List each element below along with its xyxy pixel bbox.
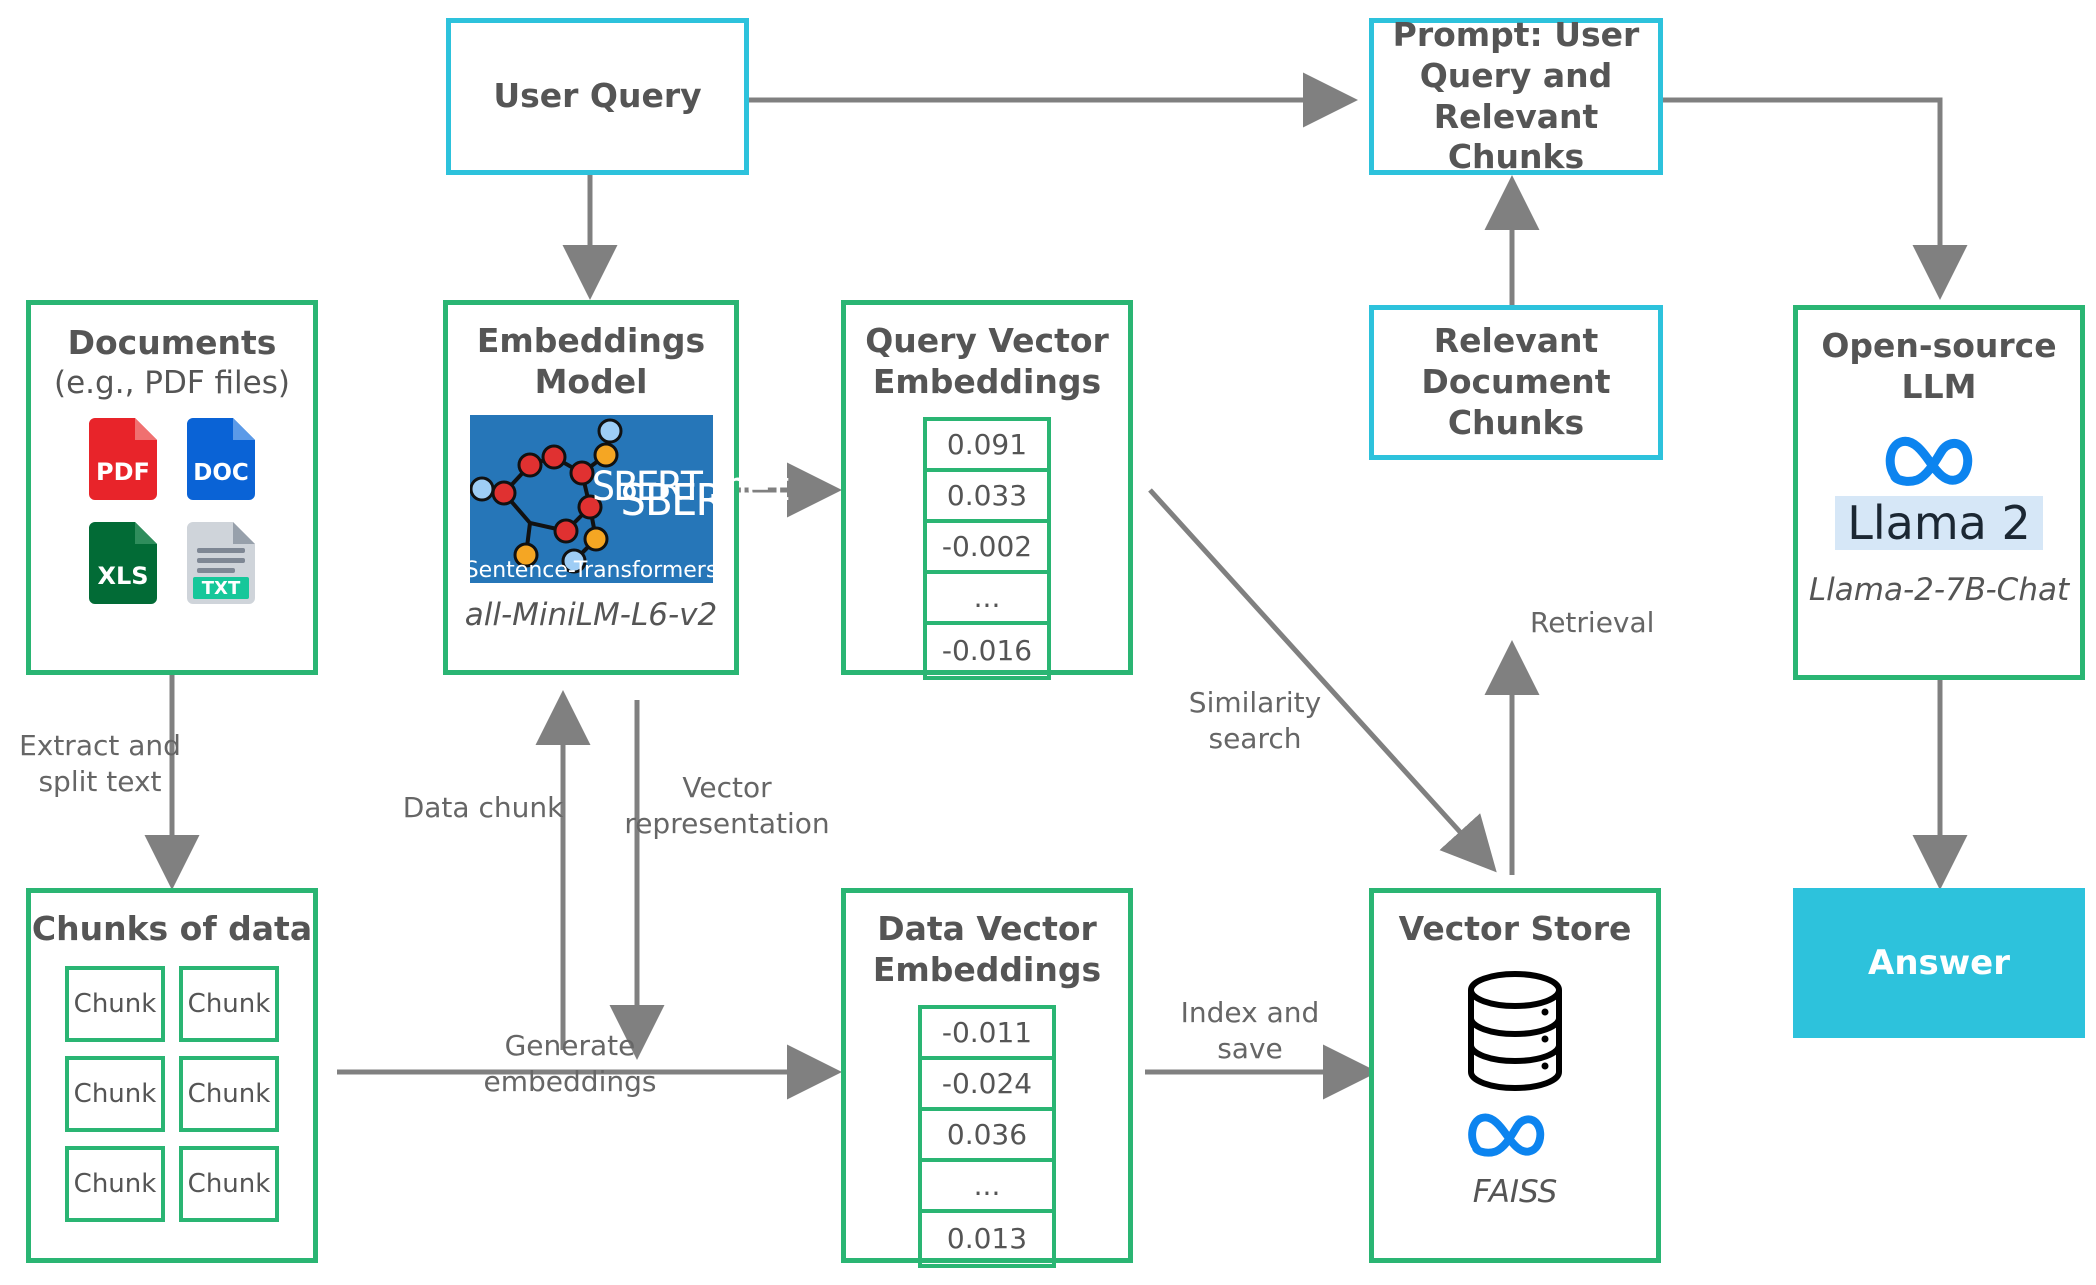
edge-label-data-chunk: Data chunk <box>402 791 564 824</box>
node-answer[interactable]: Answer <box>1793 888 2085 1038</box>
svg-text:DOC: DOC <box>193 460 249 486</box>
vector-cell: -0.016 <box>941 633 1033 667</box>
chunk-grid: Chunk Chunk Chunk Chunk Chunk Chunk <box>65 965 279 1222</box>
documents-title: Documents <box>67 323 277 362</box>
chunk-cell: Chunk <box>179 1145 279 1222</box>
vector-cell: -0.024 <box>922 1060 1052 1111</box>
vector-cell: -0.011 <box>922 1009 1052 1060</box>
node-documents[interactable]: Documents (e.g., PDF files) PDF DOC XLS … <box>26 300 318 675</box>
vector-cell: 0.036 <box>922 1111 1052 1162</box>
node-data-vector-embeddings[interactable]: Data Vector Embeddings -0.011 -0.024 0.0… <box>841 888 1133 1268</box>
vector-cell: 0.033 <box>927 472 1047 523</box>
open-source-llm-title: Open-source LLM <box>1821 326 2057 406</box>
node-query-vector-embeddings[interactable]: Query Vector Embeddings 0.091 0.033 -0.0… <box>841 300 1133 680</box>
chunk-cell: Chunk <box>65 965 165 1042</box>
prompt-label: Prompt: User Query and Relevant Chunks <box>1392 14 1640 177</box>
relevant-chunks-label: Relevant Document Chunks <box>1421 321 1611 442</box>
xls-file-icon: XLS <box>81 514 165 606</box>
chunk-cell: Chunk <box>65 1145 165 1222</box>
edge-label-vector-representation: Vector representation <box>624 771 830 841</box>
query-vector-list: 0.091 0.033 -0.002 ... -0.016 <box>923 416 1051 680</box>
node-chunks-of-data[interactable]: Chunks of data Chunk Chunk Chunk Chunk C… <box>26 888 318 1263</box>
chunk-cell: Chunk <box>65 1055 165 1132</box>
chunks-of-data-title: Chunks of data <box>31 909 313 948</box>
doc-file-icon: DOC <box>179 410 263 502</box>
database-cylinder-icon <box>1461 968 1569 1098</box>
user-query-label: User Query <box>493 76 702 116</box>
node-user-query[interactable]: User Query <box>446 18 749 175</box>
edge-label-extract-split: Extract and split text <box>19 729 181 799</box>
node-prompt[interactable]: Prompt: User Query and Relevant Chunks <box>1369 15 1663 176</box>
data-vector-list: -0.011 -0.024 0.036 ... 0.013 <box>918 1004 1056 1268</box>
sbert-logo: SBERT .net Sentence-Transformers SBERT.n… <box>464 414 792 583</box>
data-vector-title: Data Vector Embeddings <box>872 909 1102 989</box>
meta-infinity-logo <box>1463 1104 1567 1166</box>
node-embeddings-model[interactable]: Embeddings Model SBER Sentence-Transform… <box>443 300 792 675</box>
edge-label-index-and-save: Index and save <box>1180 996 1320 1066</box>
vector-cell: ... <box>922 1162 1052 1213</box>
wire-prompt-to-llm <box>1663 97 1968 300</box>
node-vector-store[interactable]: Vector Store FAISS <box>1369 888 1661 1263</box>
vector-cell: -0.002 <box>927 523 1047 574</box>
vector-cell: 0.013 <box>946 1221 1028 1255</box>
vector-cell: 0.091 <box>927 421 1047 472</box>
svg-text:PDF: PDF <box>96 458 150 486</box>
edge-label-generate-embeddings: Generate embeddings <box>483 1029 657 1099</box>
chunk-cell: Chunk <box>179 1055 279 1132</box>
pdf-file-icon: PDF <box>81 410 165 502</box>
svg-text:TXT: TXT <box>202 578 241 599</box>
chunk-cell: Chunk <box>179 965 279 1042</box>
documents-subtitle: (e.g., PDF files) <box>54 364 290 401</box>
vector-store-title: Vector Store <box>1398 909 1632 948</box>
query-vector-title: Query Vector Embeddings <box>865 321 1109 401</box>
edge-label-similarity-search: Similarity search <box>1188 686 1322 756</box>
svg-text:XLS: XLS <box>97 562 148 590</box>
embeddings-model-title: Embeddings Model <box>476 321 706 401</box>
llama2-chip: Llama 2 <box>1835 495 2043 551</box>
document-icon-grid: PDF DOC XLS TXT <box>81 410 263 606</box>
node-open-source-llm[interactable]: Open-source LLM Llama 2 Llama-2-7B-Chat <box>1793 305 2085 680</box>
svg-text:Sentence-Transformers: Sentence-Transformers <box>470 558 713 583</box>
txt-file-icon: TXT <box>179 514 263 606</box>
vector-store-caption: FAISS <box>1472 1173 1558 1210</box>
edge-label-retrieval: Retrieval <box>1530 606 1655 639</box>
meta-infinity-logo <box>1883 426 1995 496</box>
embeddings-model-caption: all-MiniLM-L6-v2 <box>464 596 718 633</box>
open-source-llm-caption: Llama-2-7B-Chat <box>1808 572 2070 609</box>
answer-label: Answer <box>1868 943 2010 983</box>
vector-cell: ... <box>927 574 1047 625</box>
sbert-logo-text: SBERT.net <box>591 463 793 510</box>
node-relevant-document-chunks[interactable]: Relevant Document Chunks <box>1369 305 1663 460</box>
wire-similarity-search <box>1148 488 1497 873</box>
